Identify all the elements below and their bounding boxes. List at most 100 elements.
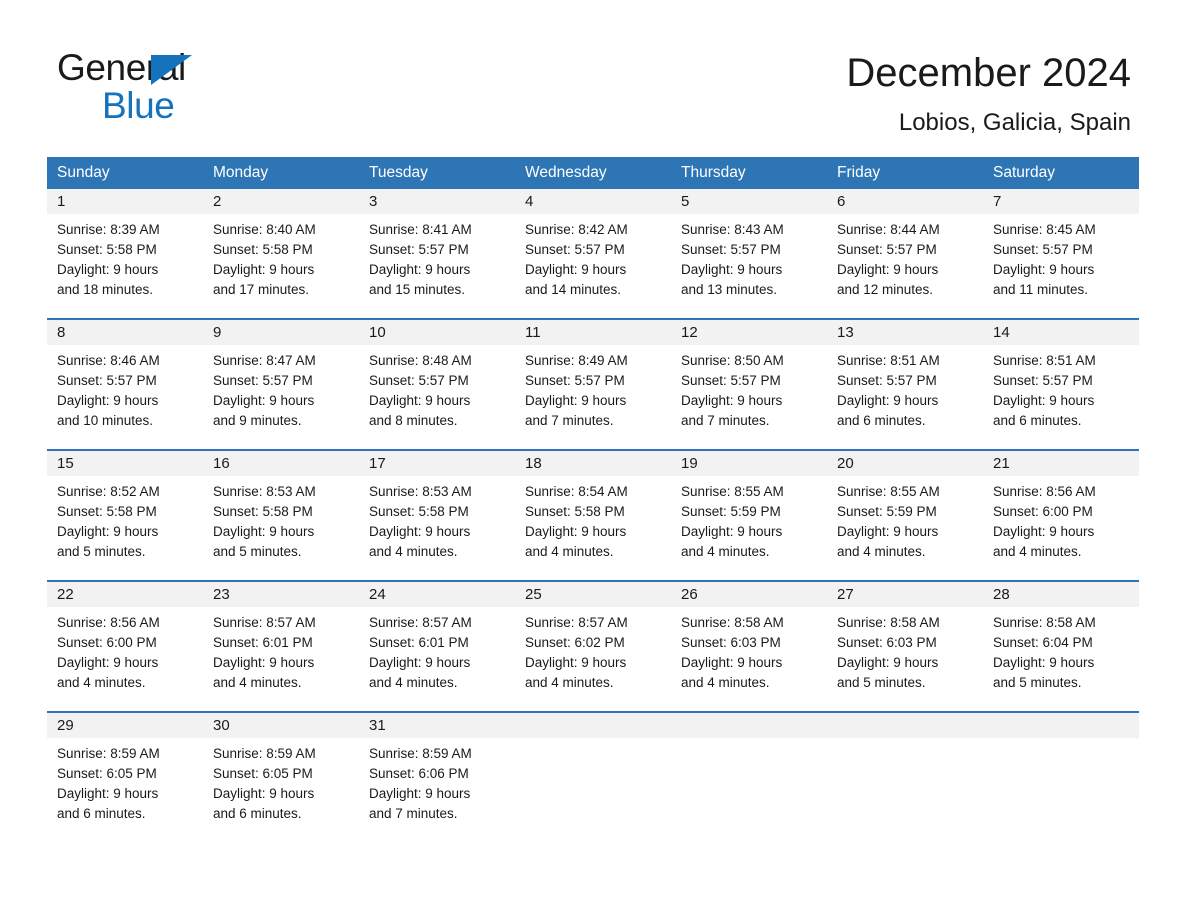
sunset-text: Sunset: 5:57 PM (993, 242, 1093, 257)
calendar-day-cell[interactable]: 15 Sunrise: 8:52 AM Sunset: 5:58 PM Dayligh… (47, 451, 203, 580)
daylight-text-line1: Daylight: 9 hours (213, 524, 315, 539)
day-sun-info: Sunrise: 8:56 AM Sunset: 6:00 PM Daylight:… (47, 607, 203, 711)
calendar-day-cell[interactable]: 6 Sunrise: 8:44 AM Sunset: 5:57 PM Daylight… (827, 189, 983, 318)
sunrise-text: Sunrise: 8:56 AM (993, 484, 1096, 499)
calendar-day-cell[interactable]: 13 Sunrise: 8:51 AM Sunset: 5:57 PM Dayligh… (827, 320, 983, 449)
calendar-day-cell[interactable]: 21 Sunrise: 8:56 AM Sunset: 6:00 PM Dayligh… (983, 451, 1139, 580)
day-sun-info: Sunrise: 8:53 AM Sunset: 5:58 PM Daylight:… (203, 476, 359, 580)
calendar-day-cell[interactable]: 8 Sunrise: 8:46 AM Sunset: 5:57 PM Daylight… (47, 320, 203, 449)
calendar-day-cell[interactable]: 12 Sunrise: 8:50 AM Sunset: 5:57 PM Dayligh… (671, 320, 827, 449)
calendar-day-cell[interactable]: 7 Sunrise: 8:45 AM Sunset: 5:57 PM Daylight… (983, 189, 1139, 318)
day-number: 14 (983, 320, 1139, 345)
calendar-day-cell[interactable]: 9 Sunrise: 8:47 AM Sunset: 5:57 PM Daylight… (203, 320, 359, 449)
day-number: 17 (359, 451, 515, 476)
calendar-day-cell[interactable]: 26 Sunrise: 8:58 AM Sunset: 6:03 PM Dayligh… (671, 582, 827, 711)
calendar-day-cell[interactable]: 1 Sunrise: 8:39 AM Sunset: 5:58 PM Daylight… (47, 189, 203, 318)
generalblue-logo[interactable]: General Blue (57, 48, 357, 128)
sunrise-text: Sunrise: 8:59 AM (213, 746, 316, 761)
calendar-day-cell[interactable]: 30 Sunrise: 8:59 AM Sunset: 6:05 PM Dayligh… (203, 713, 359, 842)
calendar-day-cell[interactable]: 22 Sunrise: 8:56 AM Sunset: 6:00 PM Dayligh… (47, 582, 203, 711)
daylight-text-line1: Daylight: 9 hours (57, 786, 159, 801)
day-number: 7 (983, 189, 1139, 214)
daylight-text-line1: Daylight: 9 hours (681, 655, 783, 670)
sunrise-text: Sunrise: 8:43 AM (681, 222, 784, 237)
calendar-day-cell[interactable]: 3 Sunrise: 8:41 AM Sunset: 5:57 PM Daylight… (359, 189, 515, 318)
sunrise-text: Sunrise: 8:54 AM (525, 484, 628, 499)
calendar-day-cell[interactable]: 25 Sunrise: 8:57 AM Sunset: 6:02 PM Dayligh… (515, 582, 671, 711)
day-number: 9 (203, 320, 359, 345)
daylight-text-line2: and 10 minutes. (57, 413, 154, 428)
calendar-day-cell[interactable]: 10 Sunrise: 8:48 AM Sunset: 5:57 PM Dayligh… (359, 320, 515, 449)
day-sun-info: Sunrise: 8:58 AM Sunset: 6:03 PM Daylight:… (827, 607, 983, 711)
sunset-text: Sunset: 5:57 PM (369, 242, 469, 257)
calendar-page: General Blue December 2024 Lobios, Galic… (0, 0, 1188, 918)
calendar-day-cell[interactable]: 20 Sunrise: 8:55 AM Sunset: 5:59 PM Dayligh… (827, 451, 983, 580)
daylight-text-line2: and 6 minutes. (993, 413, 1082, 428)
daylight-text-line1: Daylight: 9 hours (369, 393, 471, 408)
logo-text-blue: Blue (102, 85, 175, 126)
calendar-day-cell[interactable]: 2 Sunrise: 8:40 AM Sunset: 5:58 PM Daylight… (203, 189, 359, 318)
calendar-day-cell[interactable]: 16 Sunrise: 8:53 AM Sunset: 5:58 PM Dayligh… (203, 451, 359, 580)
sunset-text: Sunset: 6:06 PM (369, 766, 469, 781)
daylight-text-line1: Daylight: 9 hours (993, 655, 1095, 670)
daylight-text-line2: and 6 minutes. (57, 806, 146, 821)
day-sun-info: Sunrise: 8:43 AM Sunset: 5:57 PM Daylight:… (671, 214, 827, 318)
daylight-text-line2: and 17 minutes. (213, 282, 310, 297)
daylight-text-line2: and 11 minutes. (993, 282, 1089, 297)
calendar-day-cell-empty (671, 713, 827, 842)
day-sun-info (515, 738, 671, 842)
calendar-day-cell[interactable]: 24 Sunrise: 8:57 AM Sunset: 6:01 PM Dayligh… (359, 582, 515, 711)
calendar-day-cell[interactable]: 28 Sunrise: 8:58 AM Sunset: 6:04 PM Dayligh… (983, 582, 1139, 711)
sunrise-text: Sunrise: 8:58 AM (681, 615, 784, 630)
sunrise-text: Sunrise: 8:56 AM (57, 615, 160, 630)
day-number: 22 (47, 582, 203, 607)
daylight-text-line1: Daylight: 9 hours (525, 262, 627, 277)
daylight-text-line2: and 7 minutes. (681, 413, 770, 428)
weekday-header-saturday: Saturday (993, 164, 1056, 181)
daylight-text-line1: Daylight: 9 hours (213, 262, 315, 277)
daylight-text-line2: and 6 minutes. (837, 413, 926, 428)
sunset-text: Sunset: 6:04 PM (993, 635, 1093, 650)
sunrise-text: Sunrise: 8:45 AM (993, 222, 1096, 237)
weekday-header-tuesday: Tuesday (369, 164, 428, 181)
sunrise-text: Sunrise: 8:58 AM (837, 615, 940, 630)
day-sun-info (827, 738, 983, 842)
day-number: 26 (671, 582, 827, 607)
day-sun-info: Sunrise: 8:46 AM Sunset: 5:57 PM Daylight:… (47, 345, 203, 449)
sunrise-text: Sunrise: 8:58 AM (993, 615, 1096, 630)
daylight-text-line1: Daylight: 9 hours (681, 524, 783, 539)
sunset-text: Sunset: 5:57 PM (837, 242, 937, 257)
calendar-day-cell-empty (827, 713, 983, 842)
daylight-text-line1: Daylight: 9 hours (993, 393, 1095, 408)
day-number: 2 (203, 189, 359, 214)
day-sun-info: Sunrise: 8:41 AM Sunset: 5:57 PM Daylight:… (359, 214, 515, 318)
calendar-day-cell[interactable]: 4 Sunrise: 8:42 AM Sunset: 5:57 PM Daylight… (515, 189, 671, 318)
daylight-text-line1: Daylight: 9 hours (213, 393, 315, 408)
sunset-text: Sunset: 5:59 PM (837, 504, 937, 519)
sunset-text: Sunset: 6:02 PM (525, 635, 625, 650)
sunrise-text: Sunrise: 8:53 AM (369, 484, 472, 499)
sunrise-text: Sunrise: 8:57 AM (525, 615, 628, 630)
calendar-day-cell[interactable]: 5 Sunrise: 8:43 AM Sunset: 5:57 PM Daylight… (671, 189, 827, 318)
calendar-day-cell[interactable]: 31 Sunrise: 8:59 AM Sunset: 6:06 PM Dayligh… (359, 713, 515, 842)
calendar-day-cell[interactable]: 19 Sunrise: 8:55 AM Sunset: 5:59 PM Dayligh… (671, 451, 827, 580)
sunrise-text: Sunrise: 8:49 AM (525, 353, 628, 368)
daylight-text-line2: and 4 minutes. (993, 544, 1082, 559)
day-number: 6 (827, 189, 983, 214)
sunrise-text: Sunrise: 8:52 AM (57, 484, 160, 499)
calendar-day-cell[interactable]: 29 Sunrise: 8:59 AM Sunset: 6:05 PM Dayligh… (47, 713, 203, 842)
sunrise-text: Sunrise: 8:50 AM (681, 353, 784, 368)
calendar-day-cell[interactable]: 27 Sunrise: 8:58 AM Sunset: 6:03 PM Dayligh… (827, 582, 983, 711)
day-number: 3 (359, 189, 515, 214)
sunrise-text: Sunrise: 8:59 AM (369, 746, 472, 761)
calendar-day-cell[interactable]: 18 Sunrise: 8:54 AM Sunset: 5:58 PM Dayligh… (515, 451, 671, 580)
calendar-day-cell[interactable]: 23 Sunrise: 8:57 AM Sunset: 6:01 PM Dayligh… (203, 582, 359, 711)
daylight-text-line2: and 5 minutes. (57, 544, 146, 559)
daylight-text-line1: Daylight: 9 hours (681, 393, 783, 408)
day-number: 24 (359, 582, 515, 607)
calendar-day-cell[interactable]: 14 Sunrise: 8:51 AM Sunset: 5:57 PM Dayligh… (983, 320, 1139, 449)
sunrise-text: Sunrise: 8:42 AM (525, 222, 628, 237)
day-number: 4 (515, 189, 671, 214)
calendar-day-cell[interactable]: 17 Sunrise: 8:53 AM Sunset: 5:58 PM Dayligh… (359, 451, 515, 580)
calendar-day-cell[interactable]: 11 Sunrise: 8:49 AM Sunset: 5:57 PM Dayligh… (515, 320, 671, 449)
